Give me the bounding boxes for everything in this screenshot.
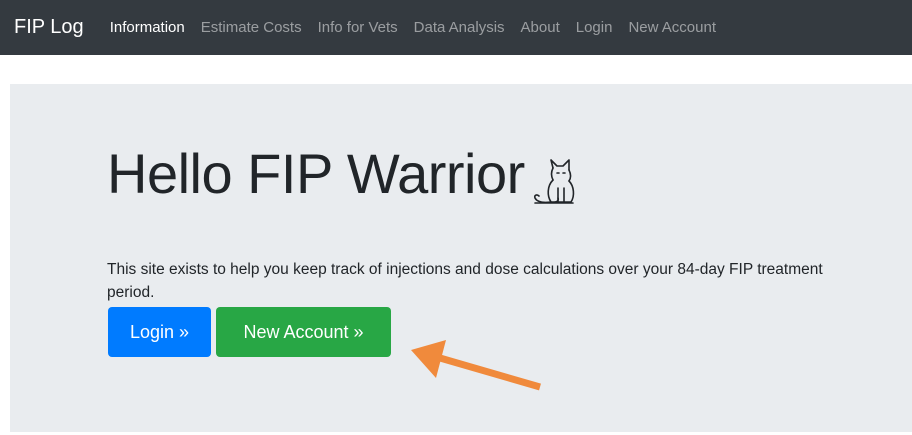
hero-title: Hello FIP Warrior bbox=[107, 142, 577, 205]
nav-link-info-for-vets[interactable]: Info for Vets bbox=[318, 19, 398, 36]
hero-title-text: Hello FIP Warrior bbox=[107, 142, 525, 205]
cat-icon bbox=[533, 159, 575, 204]
hero-lead-text: This site exists to help you keep track … bbox=[107, 260, 823, 301]
new-account-button[interactable]: New Account » bbox=[216, 307, 391, 357]
nav-links: Information Estimate Costs Info for Vets… bbox=[110, 19, 732, 36]
brand-logo[interactable]: FIP Log bbox=[14, 16, 84, 39]
nav-link-data-analysis[interactable]: Data Analysis bbox=[414, 19, 505, 36]
nav-link-about[interactable]: About bbox=[521, 19, 560, 36]
nav-link-login[interactable]: Login bbox=[576, 19, 613, 36]
login-button[interactable]: Login » bbox=[108, 307, 211, 357]
hero-jumbotron: Hello FIP Warrior This site exists to he… bbox=[10, 84, 912, 432]
top-navbar: FIP Log Information Estimate Costs Info … bbox=[0, 0, 912, 55]
nav-link-estimate-costs[interactable]: Estimate Costs bbox=[201, 19, 302, 36]
nav-link-new-account[interactable]: New Account bbox=[628, 19, 716, 36]
nav-link-information[interactable]: Information bbox=[110, 19, 185, 36]
